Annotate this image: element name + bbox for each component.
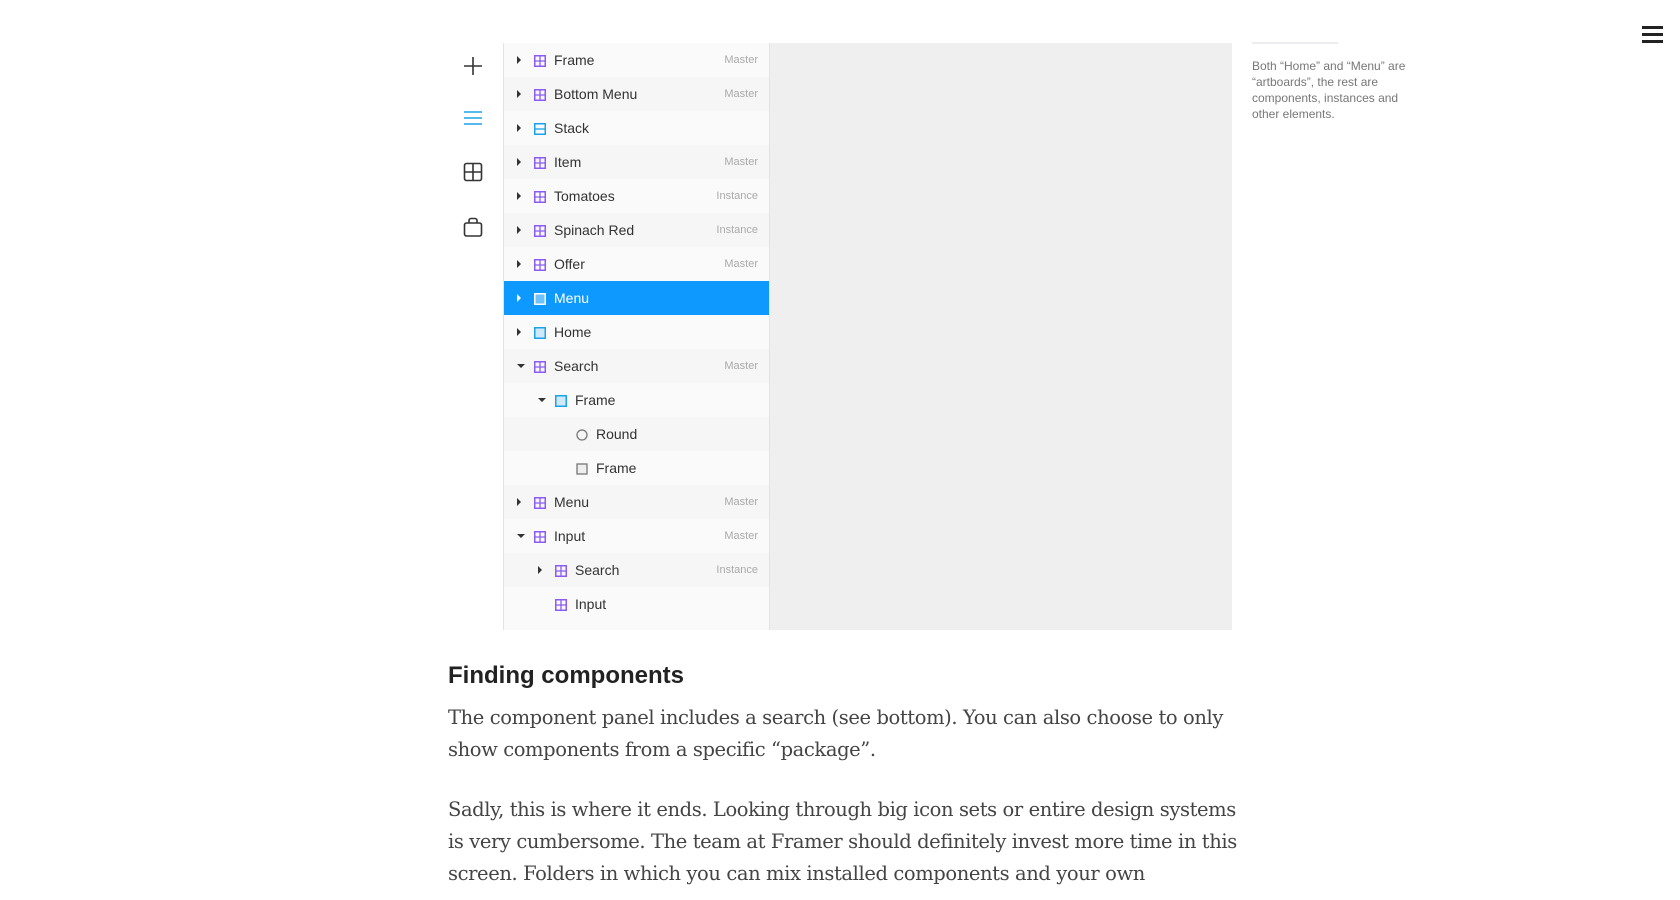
layer-type-tag: Master — [724, 258, 758, 270]
layer-name: Input — [575, 596, 607, 612]
paragraph: The component panel includes a search (s… — [448, 706, 1223, 761]
layer-name: Stack — [554, 120, 590, 136]
component-icon — [534, 496, 546, 509]
layer-row[interactable]: Frame — [504, 451, 769, 485]
layer-name: Spinach Red — [554, 222, 635, 238]
layer-row[interactable]: Item Master — [504, 145, 769, 179]
disclosure-collapsed-icon[interactable] — [517, 124, 521, 132]
component-icon — [534, 258, 546, 271]
disclosure-collapsed-icon[interactable] — [517, 260, 521, 268]
disclosure-collapsed-icon[interactable] — [517, 192, 521, 200]
section-heading: Finding components — [448, 662, 684, 689]
layer-row[interactable]: Frame — [504, 383, 769, 417]
layer-row[interactable]: Input — [504, 587, 769, 621]
layer-name: Search — [554, 358, 599, 374]
layer-type-tag: Instance — [716, 190, 758, 202]
paragraph: Sadly, this is where it ends. Looking th… — [448, 798, 1237, 885]
component-icon — [534, 88, 546, 101]
layer-row[interactable]: Bottom Menu Master — [504, 77, 769, 111]
disclosure-collapsed-icon[interactable] — [538, 566, 542, 574]
caption-divider — [1252, 42, 1338, 44]
disclosure-collapsed-icon[interactable] — [517, 90, 521, 98]
components-icon[interactable] — [461, 160, 485, 184]
layer-row[interactable]: Menu — [504, 281, 769, 315]
frame-icon — [555, 394, 567, 407]
component-icon — [555, 564, 567, 577]
layer-name: Offer — [554, 256, 585, 272]
menu-icon[interactable] — [1642, 26, 1663, 44]
disclosure-collapsed-icon[interactable] — [517, 158, 521, 166]
layer-row[interactable]: Menu Master — [504, 485, 769, 519]
framer-layers-screenshot: Frame Master Bottom Menu Master Stack Item Mas… — [440, 43, 1232, 630]
layer-row[interactable]: Tomatoes Instance — [504, 179, 769, 213]
frame-icon — [534, 292, 546, 305]
disclosure-collapsed-icon[interactable] — [517, 498, 521, 506]
layer-type-tag: Master — [724, 360, 758, 372]
layer-type-tag: Master — [724, 88, 758, 100]
layer-name: Input — [554, 528, 586, 544]
frame-icon — [534, 326, 546, 339]
layer-row[interactable]: Stack — [504, 111, 769, 145]
layer-name: Home — [554, 324, 592, 340]
layer-type-tag: Master — [724, 530, 758, 542]
layer-type-tag: Instance — [716, 564, 758, 576]
disclosure-expanded-icon[interactable] — [517, 364, 525, 368]
layer-name: Frame — [554, 52, 595, 68]
disclosure-collapsed-icon[interactable] — [517, 56, 521, 64]
layer-type-tag: Master — [724, 496, 758, 508]
component-icon — [534, 156, 546, 169]
layer-type-tag: Master — [724, 54, 758, 66]
component-icon — [534, 530, 546, 543]
component-icon — [534, 190, 546, 203]
layer-name: Frame — [575, 392, 616, 408]
disclosure-collapsed-icon[interactable] — [517, 294, 521, 302]
layer-row[interactable]: Spinach Red Instance — [504, 213, 769, 247]
component-icon — [555, 598, 567, 611]
layer-name: Item — [554, 154, 582, 170]
layer-name: Menu — [554, 494, 590, 510]
layer-row[interactable]: Search Master — [504, 349, 769, 383]
layer-name: Round — [596, 426, 638, 442]
canvas-area[interactable] — [770, 43, 1232, 630]
layer-row[interactable]: Search Instance — [504, 553, 769, 587]
layer-name: Search — [575, 562, 620, 578]
layer-row[interactable]: Input Master — [504, 519, 769, 553]
oval-icon — [576, 428, 588, 441]
tool-sidebar — [440, 43, 503, 630]
layer-type-tag: Master — [724, 156, 758, 168]
layer-row[interactable]: Round — [504, 417, 769, 451]
layer-type-tag: Instance — [716, 224, 758, 236]
layer-name: Frame — [596, 460, 637, 476]
component-icon — [534, 360, 546, 373]
layer-row[interactable]: Home — [504, 315, 769, 349]
layer-name: Tomatoes — [554, 188, 615, 204]
layer-name: Bottom Menu — [554, 86, 638, 102]
layers-icon[interactable] — [461, 106, 485, 130]
component-icon — [534, 224, 546, 237]
layer-row[interactable]: Offer Master — [504, 247, 769, 281]
plus-icon[interactable] — [461, 54, 485, 78]
layer-row[interactable]: Frame Master — [504, 43, 769, 77]
disclosure-collapsed-icon[interactable] — [517, 226, 521, 234]
store-bag-icon[interactable] — [461, 215, 485, 239]
rect-icon — [576, 462, 588, 475]
component-icon — [534, 54, 546, 67]
disclosure-expanded-icon[interactable] — [538, 398, 546, 402]
layers-panel: Frame Master Bottom Menu Master Stack Item Mas… — [503, 43, 770, 630]
layer-name: Menu — [554, 290, 590, 306]
disclosure-collapsed-icon[interactable] — [517, 328, 521, 336]
stack-icon — [534, 122, 546, 135]
disclosure-expanded-icon[interactable] — [517, 534, 525, 538]
figure-caption: Both “Home” and “Menu” are “artboards”, … — [1252, 59, 1406, 121]
